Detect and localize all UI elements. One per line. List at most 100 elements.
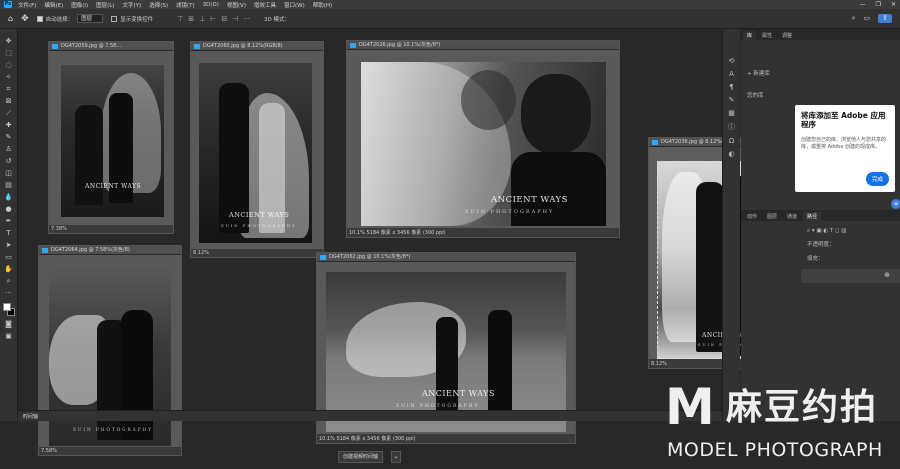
menu-edit[interactable]: 编辑(E)	[44, 1, 63, 9]
document-window-4[interactable]: DG4T2064.jpg @ 7.58%(灰色/8) ANCIENT WAYS …	[38, 245, 182, 456]
document-window-3[interactable]: DG4T2026.jpg @ 10.1%(灰色/8*) ANCIENT WAYS…	[346, 40, 620, 238]
eraser-icon[interactable]: ◫	[3, 169, 15, 178]
menu-image[interactable]: 图像(I)	[71, 1, 88, 9]
blur-icon[interactable]: 💧	[3, 193, 15, 202]
paragraph-icon[interactable]: ¶	[729, 83, 733, 91]
document-window-2[interactable]: DG4T2060.jpg @ 8.12%(RGB/8) ANCIENT WAYS…	[190, 41, 324, 258]
create-video-timeline-button[interactable]: 创建视频时间轴	[338, 451, 384, 463]
move-icon[interactable]: ✥	[3, 37, 15, 46]
more-tools-icon[interactable]: ···	[3, 289, 15, 298]
info-icon[interactable]: ⓘ	[728, 122, 735, 132]
new-library-button[interactable]: + 新建库	[741, 66, 900, 80]
brush-settings-icon[interactable]: ✎	[729, 96, 735, 104]
frame-icon[interactable]: ⊠	[3, 97, 15, 106]
home-icon[interactable]: ⌂	[8, 14, 13, 23]
tab-properties[interactable]: 属性	[758, 31, 776, 40]
align-top-icon[interactable]: ⊤	[177, 15, 183, 23]
expand-panel-button[interactable]: +	[891, 199, 900, 209]
auto-select-checkbox[interactable]	[36, 15, 43, 22]
eyedropper-icon[interactable]: ⟋	[3, 109, 15, 118]
quick-mask-icon[interactable]: ◙	[3, 320, 15, 329]
magic-wand-icon[interactable]: ✧	[3, 73, 15, 82]
zoom-icon[interactable]: ⌕	[3, 277, 15, 286]
document-title[interactable]: DG4T2060.jpg @ 8.12%(RGB/8)	[191, 42, 323, 51]
type-icon[interactable]: T	[3, 229, 15, 238]
document-title[interactable]: DG4T2059.jpg @ 7.58...	[49, 42, 173, 51]
document-title[interactable]: DG4T2026.jpg @ 10.1%(灰色/8*)	[347, 41, 619, 50]
tab-layers[interactable]: 图层	[763, 212, 781, 221]
document-canvas[interactable]: ANCIENT WAYS SUIN PHOTOGRAPHY	[317, 262, 575, 434]
share-icon[interactable]: ⇧	[878, 14, 892, 23]
stamp-icon[interactable]: ♙	[3, 145, 15, 154]
close-icon[interactable]: ✕	[891, 1, 896, 8]
workspace-icon[interactable]: ▭	[864, 14, 871, 23]
dodge-icon[interactable]: ●	[3, 205, 15, 214]
menu-type[interactable]: 文字(Y)	[123, 1, 142, 9]
current-library-select[interactable]: 您的库	[741, 88, 900, 102]
screen-mode-icon[interactable]: ▣	[3, 332, 15, 341]
more-options-icon[interactable]: ···	[243, 15, 250, 23]
align-left-icon[interactable]: ⊢	[210, 15, 216, 23]
document-window-1[interactable]: DG4T2059.jpg @ 7.58... ANCIENT WAYS 7.38…	[48, 41, 174, 234]
tab-libraries[interactable]: 库	[743, 31, 757, 40]
shape-icon[interactable]: ▭	[3, 253, 15, 262]
menu-filter[interactable]: 滤镜(T)	[176, 1, 195, 9]
pen-icon[interactable]: ✒	[3, 217, 15, 226]
path-select-icon[interactable]: ➤	[3, 241, 15, 250]
gradient-icon[interactable]: ▤	[3, 181, 15, 190]
done-button[interactable]: 完成	[865, 172, 889, 186]
menu-file[interactable]: 文件(F)	[18, 1, 36, 9]
tab-channels[interactable]: 通道	[783, 212, 801, 221]
document-status: 10.1% 5184 像素 x 3456 像素 (300 ppi)	[349, 230, 446, 236]
lock-icon: ⊕	[884, 271, 890, 279]
history-brush-icon[interactable]: ↺	[3, 157, 15, 166]
crop-icon[interactable]: ⌗	[3, 85, 15, 94]
align-hcenter-icon[interactable]: ⊟	[221, 15, 227, 23]
hand-icon[interactable]: ✋	[3, 265, 15, 274]
bride-figure	[696, 182, 724, 352]
photo-image: ANCIENT WAYS SUIN PHOTOGRAPHY	[326, 272, 566, 432]
lasso-icon[interactable]: ◌	[3, 61, 15, 70]
align-bottom-icon[interactable]: ⊥	[199, 15, 205, 23]
document-title[interactable]: DG4T2064.jpg @ 7.58%(灰色/8)	[39, 246, 181, 255]
menu-help[interactable]: 帮助(H)	[313, 1, 332, 9]
restore-icon[interactable]: ❐	[876, 1, 881, 8]
document-canvas[interactable]: ANCIENT WAYS	[49, 51, 173, 225]
menu-view[interactable]: 视图(V)	[227, 1, 246, 9]
minimize-icon[interactable]: —	[860, 1, 866, 8]
search-icon[interactable]: ⌕	[852, 14, 856, 23]
align-right-icon[interactable]: ⊣	[232, 15, 238, 23]
brand-english-name: MODEL PHOTOGRAPH	[667, 439, 883, 461]
menu-layer[interactable]: 图层(L)	[96, 1, 114, 9]
bride-face	[461, 70, 516, 130]
menu-3d[interactable]: 3D(D)	[203, 2, 219, 8]
menu-plugins[interactable]: 增效工具	[254, 1, 276, 9]
adjust-icon[interactable]: ◐	[728, 150, 734, 158]
healing-icon[interactable]: ✚	[3, 121, 15, 130]
history-icon[interactable]: ⟲	[729, 57, 735, 65]
document-canvas[interactable]: ANCIENT WAYS SUIN PHOTOGRAPHY	[191, 51, 323, 249]
auto-select-dropdown[interactable]: 图层	[77, 14, 104, 23]
tab-actions[interactable]: 动作	[743, 212, 761, 221]
chevron-down-icon[interactable]: ⌄	[391, 451, 401, 463]
brush-icon[interactable]: ✎	[3, 133, 15, 142]
layer-row[interactable]: ⊕	[801, 269, 900, 283]
document-canvas[interactable]: ANCIENT WAYS SUIN PHOTOGRAPHY	[347, 50, 619, 228]
menu-select[interactable]: 选择(S)	[149, 1, 168, 9]
marquee-icon[interactable]: ⬚	[3, 49, 15, 58]
fill-label: 填充：	[807, 256, 824, 262]
glyphs-icon[interactable]: Ω	[729, 137, 734, 145]
document-title[interactable]: DG4T2062.jpg @ 10.1%(灰色/8*)	[317, 253, 575, 262]
align-vcenter-icon[interactable]: ⊞	[188, 15, 194, 23]
swatches-icon[interactable]: ▦	[728, 109, 735, 117]
tab-timeline[interactable]: 时间轴	[23, 413, 38, 420]
tab-paths[interactable]: 路径	[803, 212, 822, 221]
color-swatches[interactable]	[2, 303, 15, 317]
show-transform-checkbox[interactable]	[111, 15, 118, 22]
foreground-color[interactable]	[2, 303, 11, 311]
character-icon[interactable]: A	[729, 70, 734, 78]
tab-adjustments[interactable]: 调整	[778, 31, 796, 40]
menu-window[interactable]: 窗口(W)	[284, 1, 305, 9]
watermark-main: ANCIENT WAYS	[491, 195, 568, 205]
move-tool-icon[interactable]: ✥	[21, 14, 29, 24]
